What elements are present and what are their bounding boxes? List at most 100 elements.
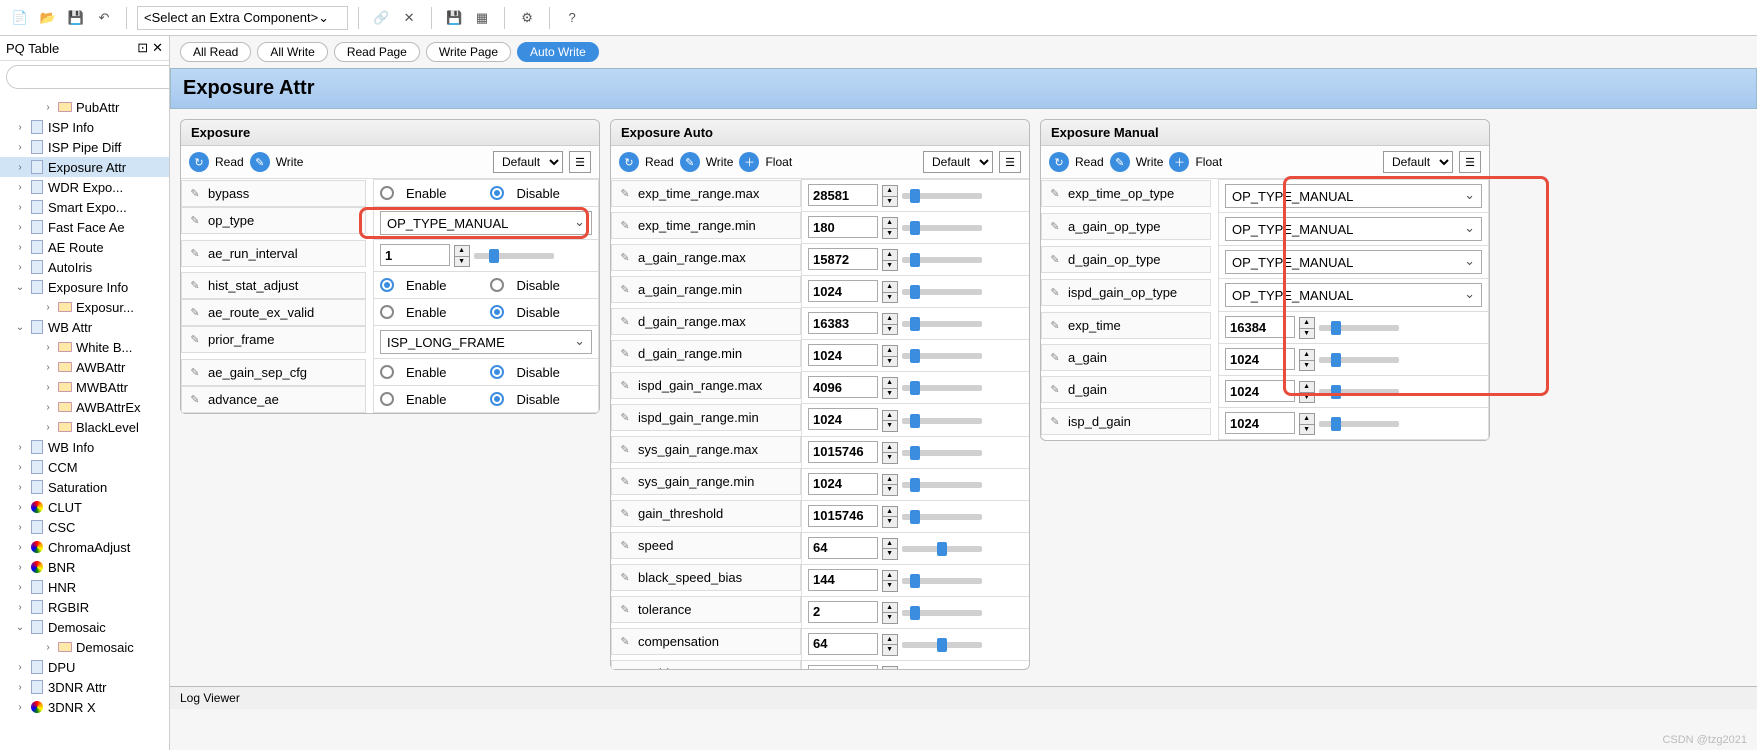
number-input[interactable]: [808, 569, 878, 591]
read-page-button[interactable]: Read Page: [334, 42, 420, 62]
slider[interactable]: [1319, 357, 1399, 363]
all-write-button[interactable]: All Write: [257, 42, 327, 62]
enable-radio[interactable]: [380, 278, 394, 292]
edit-icon[interactable]: ✎: [188, 186, 202, 200]
spin-down-icon[interactable]: ▼: [883, 485, 897, 495]
edit-icon[interactable]: ✎: [1048, 285, 1062, 299]
tree-item[interactable]: ›HNR: [0, 577, 169, 597]
spin-down-icon[interactable]: ▼: [883, 389, 897, 399]
tree-toggle-icon[interactable]: ›: [14, 202, 26, 213]
dropdown[interactable]: OP_TYPE_MANUAL: [1225, 184, 1482, 208]
spin-up-icon[interactable]: ▲: [1300, 382, 1314, 393]
spin-down-icon[interactable]: ▼: [1300, 361, 1314, 371]
slider[interactable]: [902, 482, 982, 488]
edit-icon[interactable]: ✎: [188, 365, 202, 379]
spin-up-icon[interactable]: ▲: [883, 571, 897, 582]
spin-down-icon[interactable]: ▼: [1300, 393, 1314, 403]
spinner[interactable]: ▲▼: [1299, 381, 1315, 403]
tree-toggle-icon[interactable]: ›: [14, 502, 26, 513]
auto-write-button[interactable]: Auto Write: [517, 42, 599, 62]
tree-item[interactable]: ›CLUT: [0, 497, 169, 517]
spin-up-icon[interactable]: ▲: [883, 475, 897, 486]
tree-toggle-icon[interactable]: ›: [14, 702, 26, 713]
tree-item[interactable]: ⌄Exposure Info: [0, 277, 169, 297]
read-icon[interactable]: ↻: [189, 152, 209, 172]
tree-toggle-icon[interactable]: ›: [42, 362, 54, 373]
tree-toggle-icon[interactable]: ⌄: [14, 322, 26, 333]
open-icon[interactable]: 📂: [36, 6, 60, 30]
tree-item[interactable]: ›BNR: [0, 557, 169, 577]
spin-up-icon[interactable]: ▲: [883, 539, 897, 550]
number-input[interactable]: [808, 665, 878, 669]
tree-item[interactable]: ›MWBAttr: [0, 377, 169, 397]
read-icon[interactable]: ↻: [619, 152, 639, 172]
slider[interactable]: [902, 193, 982, 199]
dropdown[interactable]: OP_TYPE_MANUAL: [1225, 217, 1482, 241]
tree-toggle-icon[interactable]: ›: [14, 542, 26, 553]
slider[interactable]: [902, 642, 982, 648]
spin-down-icon[interactable]: ▼: [883, 549, 897, 559]
enable-radio[interactable]: [380, 186, 394, 200]
spinner[interactable]: ▲▼: [882, 666, 898, 669]
edit-icon[interactable]: ✎: [618, 282, 632, 296]
spin-up-icon[interactable]: ▲: [883, 250, 897, 261]
disable-radio[interactable]: [490, 278, 504, 292]
all-read-button[interactable]: All Read: [180, 42, 251, 62]
disable-radio[interactable]: [490, 392, 504, 406]
edit-icon[interactable]: ✎: [188, 392, 202, 406]
save-icon[interactable]: 💾: [64, 6, 88, 30]
edit-icon[interactable]: ✎: [1048, 318, 1062, 332]
write-page-button[interactable]: Write Page: [426, 42, 511, 62]
write-icon[interactable]: ✎: [1110, 152, 1130, 172]
tree-toggle-icon[interactable]: ›: [42, 382, 54, 393]
tree-item[interactable]: ›Fast Face Ae: [0, 217, 169, 237]
tree-toggle-icon[interactable]: ›: [14, 482, 26, 493]
slider[interactable]: [902, 385, 982, 391]
spinner[interactable]: ▲▼: [882, 185, 898, 207]
tree-item[interactable]: ›BlackLevel: [0, 417, 169, 437]
edit-icon[interactable]: ✎: [188, 246, 202, 260]
edit-icon[interactable]: ✎: [188, 305, 202, 319]
edit-icon[interactable]: ✎: [618, 635, 632, 649]
number-input[interactable]: [1225, 316, 1295, 338]
tree-item[interactable]: ⌄WB Attr: [0, 317, 169, 337]
tree-toggle-icon[interactable]: ›: [42, 402, 54, 413]
slider[interactable]: [902, 578, 982, 584]
search-input[interactable]: [6, 65, 170, 89]
tree-toggle-icon[interactable]: ›: [14, 582, 26, 593]
edit-icon[interactable]: ✎: [1048, 186, 1062, 200]
spinner[interactable]: ▲▼: [882, 345, 898, 367]
tree-item[interactable]: ›RGBIR: [0, 597, 169, 617]
slider[interactable]: [902, 257, 982, 263]
tree-item[interactable]: ⌄Demosaic: [0, 617, 169, 637]
slider[interactable]: [902, 289, 982, 295]
spin-up-icon[interactable]: ▲: [883, 282, 897, 293]
edit-icon[interactable]: ✎: [618, 539, 632, 553]
slider[interactable]: [902, 225, 982, 231]
undo-icon[interactable]: ↶: [92, 6, 116, 30]
spin-down-icon[interactable]: ▼: [883, 261, 897, 271]
enable-radio[interactable]: [380, 392, 394, 406]
spin-down-icon[interactable]: ▼: [883, 197, 897, 207]
spin-down-icon[interactable]: ▼: [883, 453, 897, 463]
edit-icon[interactable]: ✎: [618, 250, 632, 264]
number-input[interactable]: [808, 505, 878, 527]
tree-item[interactable]: ›AutoIris: [0, 257, 169, 277]
disk-icon[interactable]: 💾: [442, 6, 466, 30]
edit-icon[interactable]: ✎: [1048, 219, 1062, 233]
tree-item[interactable]: ›3DNR X: [0, 697, 169, 717]
edit-icon[interactable]: ✎: [618, 218, 632, 232]
tree-item[interactable]: ›Saturation: [0, 477, 169, 497]
spin-down-icon[interactable]: ▼: [883, 229, 897, 239]
number-input[interactable]: [808, 537, 878, 559]
spinner[interactable]: ▲▼: [454, 245, 470, 267]
write-icon[interactable]: ✎: [250, 152, 270, 172]
spinner[interactable]: ▲▼: [882, 281, 898, 303]
close-icon[interactable]: ✕: [152, 40, 163, 56]
tree-item[interactable]: ›PubAttr: [0, 97, 169, 117]
spin-up-icon[interactable]: ▲: [883, 378, 897, 389]
tree-toggle-icon[interactable]: ›: [14, 602, 26, 613]
spin-up-icon[interactable]: ▲: [1300, 350, 1314, 361]
tree-item[interactable]: ›AWBAttrEx: [0, 397, 169, 417]
dock-icon[interactable]: ⊡: [137, 40, 148, 56]
